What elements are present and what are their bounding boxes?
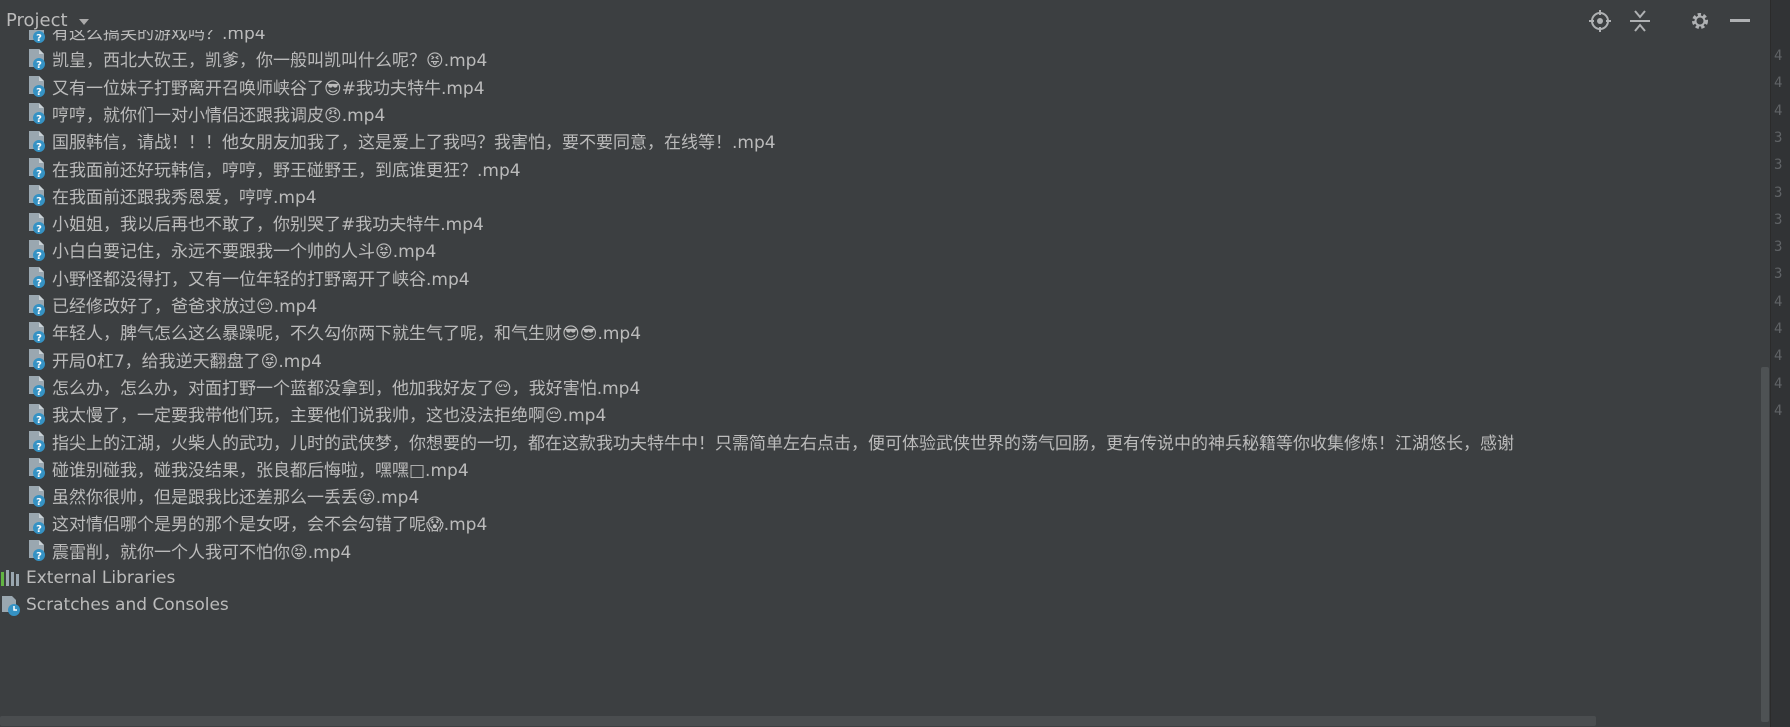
unknown-file-icon: ?: [26, 156, 48, 180]
gutter-line-number: 4: [1774, 102, 1783, 119]
tree-file-label: 在我面前还好玩韩信，哼哼，野王碰野王，到底谁更狂？.mp4: [52, 160, 521, 181]
svg-text:?: ?: [36, 469, 42, 480]
tree-file-label: 指尖上的江湖，火柴人的武功，儿时的武侠梦，你想要的一切，都在这款我功夫特牛中！只…: [52, 433, 1514, 454]
project-tree: ? 有这么搞笑的游戏吗？.mp4? 凯皇，西北大砍王，凯爹，你一般叫凯叫什么呢？😝.…: [0, 30, 1760, 710]
unknown-file-icon: ?: [26, 30, 48, 44]
unknown-file-icon: ?: [26, 211, 48, 235]
external-libraries-label: External Libraries: [26, 567, 176, 588]
tree-file-label: 又有一位妹子打野离开召唤师峡谷了😎#我功夫特牛.mp4: [52, 78, 485, 99]
svg-text:?: ?: [36, 251, 42, 262]
svg-text:?: ?: [36, 524, 42, 535]
unknown-file-icon: ?: [26, 47, 48, 71]
gutter-line-number: 4: [1774, 402, 1783, 419]
unknown-file-icon: ?: [26, 183, 48, 207]
gutter-line-number: 4: [1774, 321, 1783, 337]
svg-text:?: ?: [36, 60, 42, 71]
svg-text:?: ?: [36, 306, 42, 317]
tree-file-label: 震雷削，就你一个人我可不怕你😝.mp4: [52, 542, 352, 563]
chevron-down-icon: [78, 10, 90, 31]
unknown-file-icon: ?: [26, 129, 48, 153]
svg-text:?: ?: [36, 387, 42, 398]
tree-file-label: 这对情侣哪个是男的那个是女呀，会不会勾错了呢😱.mp4: [52, 515, 488, 536]
svg-text:?: ?: [36, 333, 42, 344]
svg-text:?: ?: [36, 360, 42, 371]
scratches-icon: [0, 593, 22, 617]
tree-file-label: 哼哼，就你们一对小情侣还跟我调皮😠.mp4: [52, 105, 386, 126]
gutter-line-number: 3: [1774, 184, 1783, 201]
unknown-file-icon: ?: [26, 238, 48, 262]
unknown-file-icon: ?: [26, 74, 48, 98]
svg-text:?: ?: [36, 442, 42, 453]
tree-file-label: 小姐姐，我以后再也不敢了，你别哭了#我功夫特牛.mp4: [52, 215, 484, 236]
tree-file-label: 凯皇，西北大砍王，凯爹，你一般叫凯叫什么呢？😝.mp4: [52, 51, 488, 72]
svg-text:?: ?: [36, 551, 42, 562]
tree-file-label: 年轻人，脾气怎么这么暴躁呢，不久勾你两下就生气了呢，和气生财😎😎.mp4: [52, 324, 642, 345]
horizontal-scrollbar[interactable]: [0, 716, 1596, 726]
svg-text:?: ?: [36, 33, 42, 44]
svg-text:?: ?: [36, 196, 42, 207]
gutter-line-number: 4: [1774, 48, 1783, 64]
vertical-scrollbar-thumb[interactable]: [1761, 367, 1769, 722]
svg-text:?: ?: [36, 278, 42, 289]
unknown-file-icon: ?: [26, 511, 48, 535]
project-view-selector[interactable]: Project: [6, 10, 90, 31]
unknown-file-icon: ?: [26, 484, 48, 508]
tree-file-label: 虽然你很帅，但是跟我比还差那么一丢丢😝.mp4: [52, 488, 420, 509]
tree-file-label: 已经修改好了，爸爸求放过😔.mp4: [52, 297, 318, 317]
svg-text:?: ?: [36, 224, 42, 235]
unknown-file-icon: ?: [26, 429, 48, 453]
gutter-line-number: 3: [1774, 129, 1783, 146]
unknown-file-icon: ?: [26, 374, 48, 398]
tree-file-label: 国服韩信，请战！！！他女朋友加我了，这是爱上了我吗？我害怕，要不要同意，在线等！…: [52, 133, 776, 154]
unknown-file-icon: ?: [26, 320, 48, 344]
unknown-file-icon: ?: [26, 347, 48, 371]
tree-file-label: 小野怪都没得打，又有一位年轻的打野离开了峡谷.mp4: [52, 269, 470, 290]
unknown-file-icon: ?: [26, 456, 48, 480]
unknown-file-icon: ?: [26, 538, 48, 562]
tree-file-label: 在我面前还跟我秀恩爱，哼哼.mp4: [52, 187, 317, 208]
svg-text:?: ?: [36, 114, 42, 125]
tree-file-label: 有这么搞笑的游戏吗？.mp4: [52, 30, 266, 44]
project-title: Project: [6, 10, 68, 31]
tree-scratches-and-consoles[interactable]: Scratches and Consoles: [0, 589, 229, 620]
scratches-label: Scratches and Consoles: [26, 594, 229, 615]
tree-file-label: 碰谁别碰我，碰我没结果，张良都后悔啦，嘿嘿□.mp4: [52, 460, 469, 481]
gutter-line-number: 3: [1774, 266, 1783, 283]
svg-text:?: ?: [36, 497, 42, 508]
unknown-file-icon: ?: [26, 293, 48, 317]
svg-text:?: ?: [36, 142, 42, 153]
gutter-line-number: 4: [1774, 375, 1783, 392]
tree-file-label: 开局0杠7，给我逆天翻盘了😝.mp4: [52, 351, 322, 372]
tree-file-label: 我太慢了，一定要我带他们玩，主要他们说我帅，这也没法拒绝啊😔.mp4: [52, 406, 607, 427]
gutter-line-number: 3: [1774, 157, 1783, 174]
gutter-line-number: 3: [1774, 239, 1783, 256]
svg-text:?: ?: [36, 87, 42, 98]
unknown-file-icon: ?: [26, 101, 48, 125]
gutter-line-number: 4: [1774, 75, 1783, 92]
tree-file-label: 小白白要记住，永远不要跟我一个帅的人斗😝.mp4: [52, 242, 437, 263]
tree-file-label: 怎么办，怎么办，对面打野一个蓝都没拿到，他加我好友了😔，我好害怕.mp4: [52, 378, 641, 399]
library-icon: [0, 566, 22, 590]
svg-text:?: ?: [36, 169, 42, 180]
gutter-line-number: 3: [1774, 211, 1783, 228]
unknown-file-icon: ?: [26, 402, 48, 426]
svg-text:?: ?: [36, 415, 42, 426]
gutter-line-number: 4: [1774, 348, 1783, 365]
unknown-file-icon: ?: [26, 265, 48, 289]
gutter-line-number: 4: [1774, 293, 1783, 310]
